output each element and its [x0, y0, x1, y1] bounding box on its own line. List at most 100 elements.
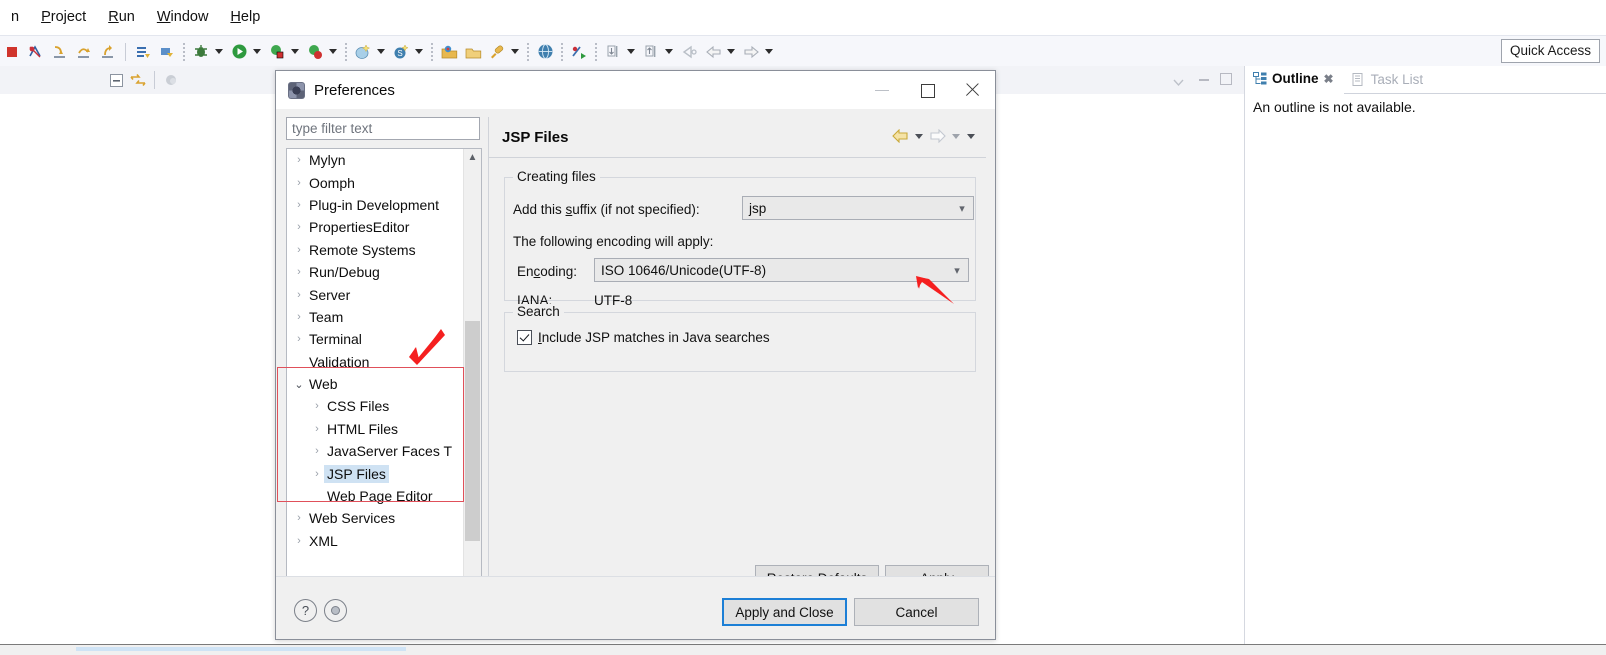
chevron-right-icon[interactable]: ›: [291, 535, 307, 547]
menu-item-project[interactable]: Project: [30, 0, 97, 35]
open-type-icon[interactable]: [438, 41, 460, 63]
tree-item-html-files[interactable]: › HTML Files: [287, 418, 463, 440]
skip-breakpoints-icon[interactable]: [25, 41, 47, 63]
close-button[interactable]: [950, 71, 995, 109]
tree-item-xml[interactable]: › XML: [287, 530, 463, 552]
back-icon[interactable]: [702, 41, 724, 63]
menu-item-window[interactable]: Window: [146, 0, 220, 35]
step-over-icon[interactable]: [73, 41, 95, 63]
save-icon[interactable]: [156, 41, 178, 63]
chevron-right-icon[interactable]: ›: [291, 154, 307, 166]
new-java-project-dropdown-icon[interactable]: [375, 42, 387, 62]
forward-dropdown-icon[interactable]: [949, 126, 962, 146]
close-icon[interactable]: ✖: [1324, 72, 1334, 86]
tree-item-terminal[interactable]: › Terminal: [287, 328, 463, 350]
quick-access-field[interactable]: Quick Access: [1500, 39, 1600, 63]
debug-dropdown-icon[interactable]: [213, 42, 225, 62]
chevron-right-icon[interactable]: ›: [309, 468, 325, 480]
previous-annotation-dropdown-icon[interactable]: [625, 42, 637, 62]
tree-item-web[interactable]: ⌄ Web: [287, 373, 463, 395]
focus-icon[interactable]: [161, 70, 181, 90]
tree-item-web-page-editor[interactable]: ›Web Page Editor: [287, 485, 463, 507]
chevron-down-icon[interactable]: ⌄: [291, 378, 307, 391]
search-dropdown-icon[interactable]: [509, 42, 521, 62]
minimize-button[interactable]: [860, 71, 905, 109]
maximize-icon[interactable]: [1218, 71, 1232, 85]
forward-icon[interactable]: [740, 41, 762, 63]
previous-annotation-icon[interactable]: [602, 41, 624, 63]
tree-vertical-scroll-thumb[interactable]: [465, 321, 480, 541]
forward-arrow-icon[interactable]: [927, 126, 947, 146]
tree-item-oomph[interactable]: › Oomph: [287, 171, 463, 193]
new-server-icon[interactable]: S: [390, 41, 412, 63]
tree-item-validation[interactable]: ›Validation: [287, 351, 463, 373]
view-menu-icon[interactable]: [1167, 71, 1189, 93]
help-icon[interactable]: ?: [294, 599, 317, 622]
run-icon[interactable]: [228, 41, 250, 63]
tree-item-mylyn[interactable]: › Mylyn: [287, 149, 463, 171]
encoding-combo[interactable]: ISO 10646/Unicode(UTF-8) ▾: [594, 258, 969, 282]
apply-and-close-button[interactable]: Apply and Close: [722, 598, 847, 626]
tree-item-css-files[interactable]: › CSS Files: [287, 395, 463, 417]
step-return-icon[interactable]: [97, 41, 119, 63]
chevron-right-icon[interactable]: ›: [291, 244, 307, 256]
chevron-down-icon[interactable]: ▾: [952, 198, 972, 218]
run-dropdown-icon[interactable]: [251, 42, 263, 62]
debug-icon[interactable]: [190, 41, 212, 63]
include-jsp-matches-checkbox[interactable]: [517, 330, 532, 345]
open-resource-icon[interactable]: [462, 41, 484, 63]
back-dropdown-icon[interactable]: [912, 126, 925, 146]
back-dropdown-icon[interactable]: [725, 42, 737, 62]
chevron-right-icon[interactable]: ›: [291, 177, 307, 189]
coverage-dropdown-icon[interactable]: [289, 42, 301, 62]
tree-item-run-debug[interactable]: › Run/Debug: [287, 261, 463, 283]
tree-item-team[interactable]: › Team: [287, 306, 463, 328]
new-wizard-icon[interactable]: [132, 41, 154, 63]
step-into-icon[interactable]: [49, 41, 71, 63]
new-server-dropdown-icon[interactable]: [413, 42, 425, 62]
include-jsp-matches-checkbox-row[interactable]: Include JSP matches in Java searches: [517, 330, 770, 345]
next-annotation-dropdown-icon[interactable]: [663, 42, 675, 62]
coverage-icon[interactable]: [266, 41, 288, 63]
chevron-right-icon[interactable]: ›: [291, 311, 307, 323]
chevron-right-icon[interactable]: ›: [291, 266, 307, 278]
chevron-right-icon[interactable]: ›: [291, 221, 307, 233]
chevron-right-icon[interactable]: ›: [291, 199, 307, 211]
chevron-down-icon[interactable]: ▾: [947, 260, 967, 280]
tree-item-jsp-files[interactable]: › JSP Files: [287, 462, 463, 484]
collapse-all-icon[interactable]: [106, 70, 126, 90]
web-browser-icon[interactable]: [534, 41, 556, 63]
chevron-right-icon[interactable]: ›: [309, 400, 325, 412]
suffix-combo[interactable]: jsp ▾: [742, 196, 974, 220]
tree-item-javaserver-faces-tools[interactable]: › JavaServer Faces T: [287, 440, 463, 462]
chevron-right-icon[interactable]: ›: [291, 333, 307, 345]
search-icon[interactable]: [486, 41, 508, 63]
tree-item-plug-in-development[interactable]: › Plug-in Development: [287, 194, 463, 216]
chevron-right-icon[interactable]: ›: [309, 423, 325, 435]
tree-item-propertieseditor[interactable]: › PropertiesEditor: [287, 216, 463, 238]
maximize-button[interactable]: [905, 71, 950, 109]
about-icon[interactable]: [324, 599, 347, 622]
chevron-right-icon[interactable]: ›: [291, 512, 307, 524]
scroll-up-icon[interactable]: ▲: [464, 149, 481, 166]
profile-dropdown-icon[interactable]: [327, 42, 339, 62]
chevron-right-icon[interactable]: ›: [291, 289, 307, 301]
cancel-button[interactable]: Cancel: [854, 598, 979, 626]
tree-item-server[interactable]: › Server: [287, 283, 463, 305]
tab-task-list[interactable]: Task List: [1344, 67, 1434, 93]
menu-item-run[interactable]: Run: [97, 0, 146, 35]
tree-vertical-scrollbar[interactable]: ▲ ▼: [463, 149, 481, 605]
link-with-editor-icon[interactable]: [128, 70, 148, 90]
external-tools-icon[interactable]: [568, 41, 590, 63]
last-edit-location-icon[interactable]: [678, 41, 700, 63]
menu-item-cut-off[interactable]: n: [0, 0, 30, 35]
tree-item-web-services[interactable]: › Web Services: [287, 507, 463, 529]
chevron-right-icon[interactable]: ›: [309, 445, 325, 457]
tree-item-remote-systems[interactable]: › Remote Systems: [287, 239, 463, 261]
minimize-icon[interactable]: [1197, 71, 1211, 85]
forward-dropdown-icon[interactable]: [763, 42, 775, 62]
filter-input[interactable]: type filter text: [286, 117, 480, 140]
view-menu-icon[interactable]: [964, 126, 977, 146]
next-annotation-icon[interactable]: [640, 41, 662, 63]
tab-outline[interactable]: Outline ✖: [1245, 66, 1344, 94]
